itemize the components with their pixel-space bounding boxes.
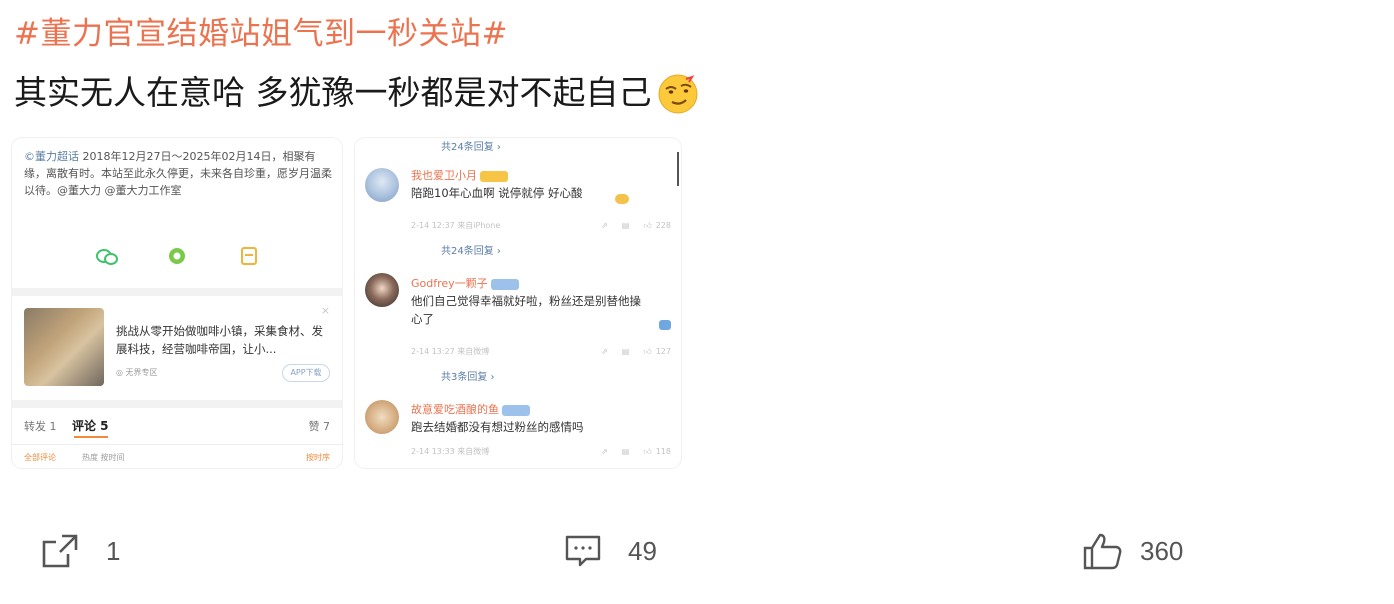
username[interactable]: 我也爱卫小月 (411, 169, 477, 182)
filter-sort[interactable]: 按时序 (306, 452, 330, 463)
share-icon[interactable]: ⇗ (601, 221, 608, 230)
announcement-handle: ©董力超话 (24, 150, 79, 163)
active-tab-indicator (74, 436, 108, 438)
ad-source: ◎ 无界专区 (116, 368, 158, 377)
divider (12, 288, 342, 296)
comment-meta: 2-14 13:33 来自微博 ⇗ ▤ 👍︎ 118 (411, 446, 671, 457)
comment-text: 陪跑10年心血啊 说停就停 好心酸 (411, 186, 583, 200)
ad-thumbnail[interactable] (24, 308, 104, 386)
comment-icon[interactable]: ▤ (622, 221, 630, 230)
like-count: 360 (1140, 535, 1184, 566)
close-icon[interactable]: × (321, 304, 330, 317)
filter-hot[interactable]: 热度 按时间 (82, 452, 125, 463)
moments-icon[interactable] (167, 246, 187, 270)
repost-count: 1 (106, 535, 121, 566)
wechat-icon[interactable] (96, 248, 118, 270)
divider (12, 400, 342, 408)
comment-username[interactable]: 我也爱卫小月 (411, 167, 508, 183)
like-count: 127 (655, 347, 671, 356)
image-right[interactable]: 共24条回复 › 我也爱卫小月 陪跑10年心血啊 说停就停 好心酸 2-14 1… (355, 138, 681, 468)
comment-time: 2-14 13:27 来自微博 (411, 347, 490, 356)
ad-text[interactable]: 挑战从零开始做咖啡小镇，采集食材、发展科技，经营咖啡帝国，让小... (116, 322, 330, 358)
reply-link-top[interactable]: 共24条回复 › (441, 138, 501, 153)
reply-link[interactable]: 共24条回复 › (441, 242, 501, 257)
filter-all[interactable]: 全部评论 (24, 452, 56, 463)
vip-badge (502, 404, 530, 416)
like-button[interactable]: 360 (1082, 528, 1183, 574)
comment-count: 49 (628, 535, 657, 566)
comment-button[interactable]: 49 (564, 528, 657, 574)
avatar[interactable] (365, 168, 399, 202)
smirk-emoji-icon (656, 71, 700, 115)
like-icon[interactable]: 👍︎ (643, 447, 651, 457)
username[interactable]: 故意爱吃酒酿的鱼 (411, 403, 499, 416)
comment-time: 2-14 13:33 来自微博 (411, 447, 490, 456)
tab-comment[interactable]: 评论 5 (72, 417, 109, 434)
post-text: 其实无人在意哈 多犹豫一秒都是对不起自己 (14, 70, 700, 116)
bookmark-icon[interactable] (240, 246, 258, 270)
comment-time: 2-14 12:37 来自iPhone (411, 221, 501, 230)
share-icon-row (12, 246, 342, 270)
comment-meta: 2-14 12:37 来自iPhone ⇗ ▤ 👍︎ 228 (411, 220, 671, 231)
image-left[interactable]: ©董力超话 2018年12月27日～2025年02月14日，相聚有缘，离散有时。… (12, 138, 342, 468)
thumbs-up-icon (1082, 531, 1124, 571)
share-icon (40, 532, 80, 570)
like-count: 228 (655, 221, 671, 230)
comment-username[interactable]: Godfrey一颗子 (411, 275, 519, 291)
like-icon[interactable]: 👍︎ (643, 347, 651, 357)
tab-repost[interactable]: 转发 1 (24, 418, 57, 434)
username[interactable]: Godfrey一颗子 (411, 277, 488, 290)
like-icon[interactable]: 👍︎ (643, 221, 651, 231)
avatar[interactable] (365, 400, 399, 434)
tab-like[interactable]: 赞 7 (309, 418, 331, 434)
scrollbar[interactable] (677, 152, 679, 186)
comment-text: 跑去结婚都没有想过粉丝的感情吗 (411, 420, 584, 434)
emoji-icon (615, 194, 629, 204)
share-icon[interactable]: ⇗ (601, 347, 608, 356)
divider (12, 444, 342, 445)
app-download-button[interactable]: APP下载 (282, 364, 330, 382)
vip-badge (480, 170, 508, 182)
comment-text: 他们自己觉得幸福就好啦，粉丝还是别替他操心了 (411, 294, 641, 326)
reply-link[interactable]: 共3条回复 › (441, 368, 495, 383)
vip-badge (490, 278, 519, 290)
avatar[interactable] (365, 273, 399, 307)
repost-button[interactable]: 1 (40, 528, 120, 574)
announcement-text: ©董力超话 2018年12月27日～2025年02月14日，相聚有缘，离散有时。… (24, 148, 332, 199)
emoji-icon (659, 320, 671, 330)
comment-icon[interactable]: ▤ (622, 447, 630, 456)
comment-username[interactable]: 故意爱吃酒酿的鱼 (411, 401, 530, 417)
share-icon[interactable]: ⇗ (601, 447, 608, 456)
comment-icon[interactable]: ▤ (622, 347, 630, 356)
comment-meta: 2-14 13:27 来自微博 ⇗ ▤ 👍︎ 127 (411, 346, 671, 357)
comment-icon (564, 532, 602, 570)
topic-hashtag[interactable]: #董力官宣结婚站姐气到一秒关站# (14, 12, 508, 56)
like-count: 118 (655, 447, 671, 456)
post-body: 其实无人在意哈 多犹豫一秒都是对不起自己 (14, 73, 652, 112)
